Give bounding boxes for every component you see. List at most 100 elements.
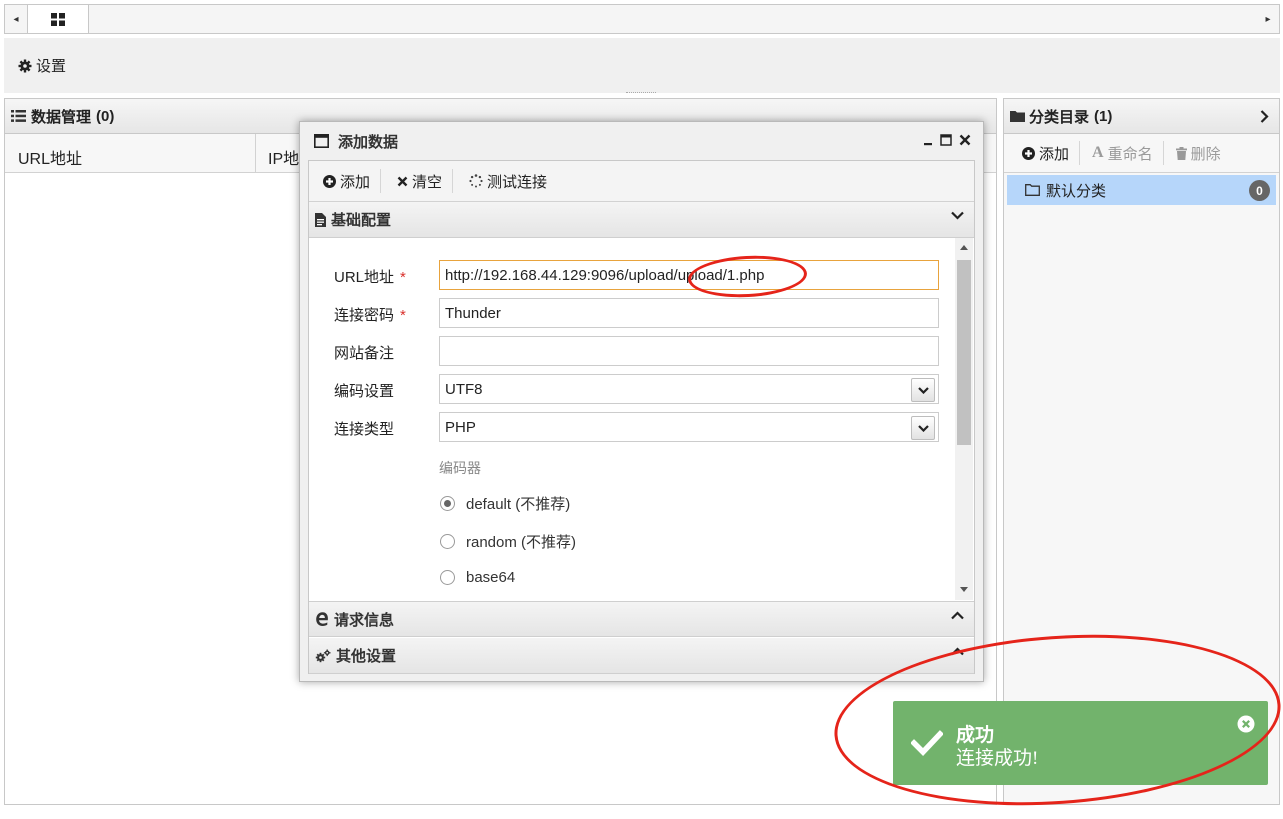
- splitter-handle[interactable]: [626, 92, 656, 93]
- scroll-right-icon[interactable]: ▸: [1257, 5, 1279, 33]
- folder-open-icon: [1025, 184, 1040, 196]
- category-item-count: 0: [1249, 180, 1270, 201]
- accordion-other-settings[interactable]: 其他设置: [309, 638, 974, 674]
- note-field-label: 网站备注: [334, 345, 395, 362]
- category-panel: 分类目录 (1) 添加 A 重命名 删除 默认分类 0: [1003, 98, 1280, 805]
- note-input[interactable]: [439, 336, 939, 366]
- minimize-icon[interactable]: [923, 134, 933, 146]
- folder-icon: [1010, 111, 1025, 122]
- category-panel-count: (1): [1094, 107, 1113, 125]
- close-icon: [397, 176, 408, 186]
- plus-circle-icon: [1022, 146, 1035, 160]
- gears-icon: [315, 649, 331, 662]
- close-icon[interactable]: [959, 134, 971, 146]
- gear-icon: [18, 59, 32, 72]
- chevron-down-icon: [911, 416, 935, 440]
- maximize-icon[interactable]: [940, 134, 952, 146]
- section-request-title: 请求信息: [334, 611, 395, 629]
- encoder-option-default[interactable]: default (不推荐): [440, 493, 570, 514]
- category-panel-title: 分类目录: [1029, 108, 1090, 126]
- section-basic-title: 基础配置: [331, 212, 392, 229]
- dialog-title-bar[interactable]: 添加数据: [300, 122, 983, 160]
- connection-type-select[interactable]: PHP: [439, 412, 939, 442]
- test-connection-button[interactable]: 测试连接: [453, 168, 557, 194]
- password-input[interactable]: [439, 298, 939, 328]
- encoder-option-base64[interactable]: base64: [440, 569, 515, 586]
- encoding-field-label: 编码设置: [334, 383, 395, 400]
- chevron-right-icon[interactable]: [1260, 110, 1269, 123]
- data-panel-count: (0): [96, 107, 115, 125]
- column-header-url[interactable]: URL地址: [18, 145, 82, 169]
- tab-home[interactable]: [27, 5, 89, 33]
- encoder-option-label: random (不推荐): [466, 534, 577, 551]
- category-delete-label: 删除: [1190, 145, 1221, 163]
- main-toolbar: 设置: [4, 38, 1280, 93]
- dialog-title: 添加数据: [338, 133, 399, 151]
- success-toast: 成功 连接成功!: [893, 701, 1268, 785]
- encoder-group-label: 编码器: [439, 460, 481, 476]
- spinner-icon: [469, 174, 483, 188]
- encoder-option-label: default (不推荐): [466, 496, 571, 513]
- encoding-selected-value: UTF8: [445, 381, 483, 398]
- category-add-button[interactable]: 添加: [1004, 140, 1079, 166]
- radio-button[interactable]: [440, 570, 455, 585]
- chevron-up-icon: [951, 647, 964, 656]
- add-data-dialog: 添加数据 添加 清空 测试连接 基础配置 URL地址 * http://192.…: [299, 121, 984, 682]
- chevron-up-icon: [951, 611, 964, 620]
- dialog-body: 添加 清空 测试连接 基础配置 URL地址* 连接密码*: [308, 160, 975, 674]
- data-panel-title: 数据管理: [31, 108, 92, 126]
- category-rename-label: 重命名: [1107, 145, 1153, 163]
- category-item[interactable]: 默认分类 0: [1007, 175, 1276, 205]
- category-panel-header: 分类目录 (1): [1004, 99, 1279, 134]
- column-header-ip[interactable]: IP地: [268, 145, 299, 169]
- scroll-left-icon[interactable]: ◂: [5, 5, 27, 33]
- file-text-icon: [315, 212, 326, 227]
- dialog-clear-label: 清空: [412, 173, 443, 191]
- accordion-basic-config[interactable]: 基础配置: [309, 202, 974, 238]
- test-connection-label: 测试连接: [487, 173, 548, 191]
- category-toolbar: 添加 A 重命名 删除: [1004, 134, 1279, 173]
- category-item-label: 默认分类: [1046, 182, 1107, 200]
- category-rename-button[interactable]: A 重命名: [1080, 140, 1163, 166]
- accordion-request-info[interactable]: 请求信息: [309, 601, 974, 637]
- column-divider[interactable]: [255, 134, 256, 172]
- encoder-option-label: base64: [466, 569, 516, 586]
- dialog-add-button[interactable]: 添加: [309, 168, 380, 194]
- category-delete-button[interactable]: 删除: [1164, 140, 1231, 166]
- grid-icon: [51, 12, 65, 26]
- radio-button[interactable]: [440, 496, 455, 511]
- url-field-label: URL地址 *: [334, 269, 406, 286]
- encoding-select[interactable]: UTF8: [439, 374, 939, 404]
- encoder-option-random[interactable]: random (不推荐): [440, 531, 576, 552]
- list-icon: [11, 110, 26, 122]
- scroll-up-icon[interactable]: [960, 245, 968, 250]
- window-icon: [314, 134, 329, 148]
- dialog-add-label: 添加: [340, 173, 371, 191]
- form-scrollbar[interactable]: [955, 238, 973, 600]
- edge-icon: [316, 612, 328, 626]
- section-other-title: 其他设置: [336, 648, 397, 665]
- category-add-label: 添加: [1039, 145, 1070, 163]
- plus-circle-icon: [323, 174, 336, 188]
- font-icon: A: [1092, 144, 1104, 161]
- dialog-toolbar: 添加 清空 测试连接: [309, 161, 974, 202]
- url-input[interactable]: [439, 260, 939, 290]
- scroll-down-icon[interactable]: [960, 587, 968, 592]
- scrollbar-thumb[interactable]: [957, 260, 971, 445]
- radio-button[interactable]: [440, 534, 455, 549]
- chevron-down-icon: [911, 378, 935, 402]
- window-controls: [923, 134, 971, 146]
- basic-config-form: URL地址* 连接密码* 网站备注 编码设置 UTF8 连接类型 PHP 编码器…: [309, 238, 974, 600]
- dialog-clear-button[interactable]: 清空: [381, 168, 452, 194]
- toast-message: 连接成功!: [956, 748, 1039, 769]
- trash-icon: [1175, 146, 1187, 160]
- password-field-label: 连接密码 *: [334, 307, 406, 324]
- type-selected-value: PHP: [445, 419, 476, 436]
- settings-button[interactable]: 设置: [18, 55, 66, 76]
- chevron-down-icon: [951, 211, 964, 220]
- settings-label: 设置: [36, 58, 67, 75]
- close-circle-icon[interactable]: [1237, 715, 1255, 733]
- tab-bar: ◂ ▸: [4, 4, 1280, 34]
- check-icon: [911, 730, 943, 756]
- type-field-label: 连接类型: [334, 421, 395, 438]
